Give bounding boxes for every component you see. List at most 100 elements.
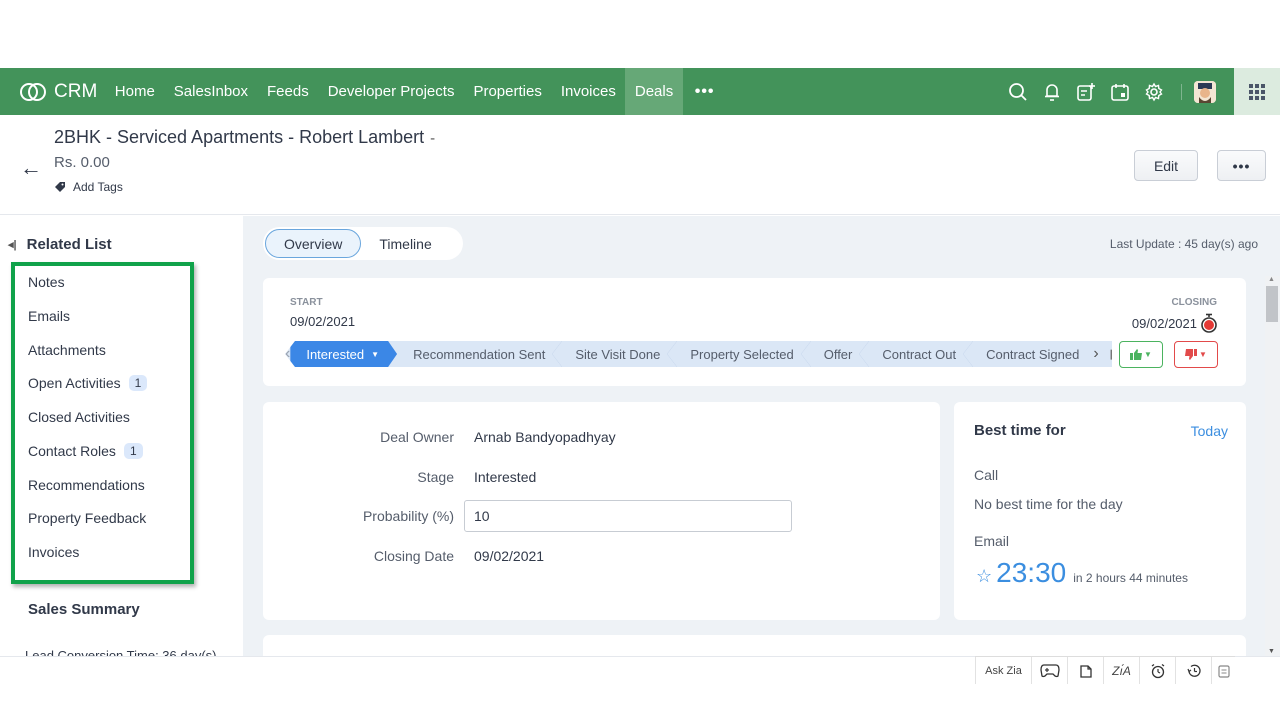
stage-progress-card: START 09/02/2021 CLOSING 09/02/2021 ‹ In…	[263, 278, 1246, 386]
tag-icon	[55, 182, 65, 192]
search-icon[interactable]	[1001, 68, 1035, 115]
related-item-contact-roles[interactable]: Contact Roles 1	[28, 443, 143, 459]
related-item-label: Notes	[28, 274, 65, 290]
scroll-down-arrow-icon[interactable]: ▼	[1268, 648, 1275, 655]
best-time-title: Best time for	[974, 422, 1066, 439]
related-item-attachments[interactable]: Attachments	[28, 342, 106, 358]
related-list-sidebar: ◂| Related List Notes Emails Attachments…	[0, 216, 243, 656]
related-item-notes[interactable]: Notes	[28, 274, 65, 290]
sales-summary-heading: Sales Summary	[28, 601, 140, 618]
stage-prev-arrow-icon[interactable]: ‹	[285, 345, 290, 363]
add-tags-label: Add Tags	[73, 180, 123, 194]
next-section-card	[263, 635, 1246, 656]
gear-icon[interactable]	[1137, 68, 1171, 115]
nav-salesinbox[interactable]: SalesInbox	[164, 68, 257, 115]
brand-name: CRM	[54, 80, 98, 102]
stage-interested[interactable]: Interested ▼	[290, 341, 397, 367]
deal-fields-card: Deal Owner Arnab Bandyopadhyay Stage Int…	[263, 402, 940, 620]
stopwatch-icon	[1201, 313, 1217, 333]
deal-owner-value[interactable]: Arnab Bandyopadhyay	[474, 429, 616, 445]
notes-icon[interactable]	[1067, 657, 1103, 684]
apps-grid-icon[interactable]	[1234, 68, 1280, 115]
collapse-sidebar-icon[interactable]: ◂|	[8, 238, 17, 251]
top-blank-area	[0, 0, 1280, 68]
history-icon[interactable]	[1175, 657, 1211, 684]
related-item-closed-activities[interactable]: Closed Activities	[28, 409, 130, 425]
count-badge: 1	[123, 443, 143, 459]
closing-date-value[interactable]: 09/02/2021	[474, 548, 544, 564]
start-label: START	[290, 297, 323, 308]
nav-feeds[interactable]: Feeds	[258, 68, 319, 115]
count-badge: 1	[128, 375, 148, 391]
vertical-scrollbar[interactable]	[1265, 276, 1280, 656]
bottom-toolbar: Ask Zia Zı́A	[975, 656, 1235, 684]
calendar-icon[interactable]	[1103, 68, 1137, 115]
best-time-period-dropdown[interactable]: Today	[1191, 423, 1228, 439]
related-item-label: Emails	[28, 308, 71, 324]
email-label: Email	[974, 533, 1010, 549]
clipboard-icon[interactable]	[1211, 657, 1235, 684]
closing-date: 09/02/2021	[1131, 315, 1197, 331]
stage-offer[interactable]: Offer	[808, 341, 870, 367]
stage-value[interactable]: Interested	[474, 469, 536, 485]
start-date: 09/02/2021	[290, 314, 356, 329]
nav-properties[interactable]: Properties	[464, 68, 551, 115]
closing-label: CLOSING	[1171, 297, 1217, 308]
related-item-label: Contact Roles	[28, 443, 116, 459]
zia-icon[interactable]: Zı́A	[1103, 657, 1139, 684]
scrollbar-thumb[interactable]	[1266, 286, 1278, 322]
call-label: Call	[974, 467, 999, 483]
nav-deals[interactable]: Deals	[625, 68, 683, 115]
related-item-open-activities[interactable]: Open Activities 1	[28, 375, 148, 391]
record-title-suffix: -	[430, 130, 436, 147]
nav-more-button[interactable]: •••	[683, 83, 727, 101]
mark-won-button[interactable]: ▼	[1119, 341, 1163, 368]
stage-site-visit-done[interactable]: Site Visit Done	[559, 341, 678, 367]
back-arrow-icon[interactable]: ←	[20, 155, 42, 181]
caret-down-icon: ▼	[1199, 350, 1207, 359]
star-icon: ☆	[976, 566, 993, 586]
last-update-text: Last Update : 45 day(s) ago	[1109, 237, 1258, 251]
related-item-label: Invoices	[28, 544, 80, 560]
stage-contract-out[interactable]: Contract Out	[866, 341, 973, 367]
related-item-label: Open Activities	[28, 375, 121, 391]
related-item-invoices[interactable]: Invoices	[28, 544, 79, 560]
nav-developer-projects[interactable]: Developer Projects	[318, 68, 464, 115]
crm-logo[interactable]: CRM	[18, 81, 97, 103]
stage-label: Interested	[306, 346, 365, 362]
email-time-relative: in 2 hours 44 minutes	[1073, 571, 1188, 585]
stage-property-selected[interactable]: Property Selected	[674, 341, 812, 367]
call-best-time: No best time for the day	[974, 496, 1123, 512]
edit-button[interactable]: Edit	[1134, 150, 1198, 181]
ask-zia-button[interactable]: Ask Zia	[975, 657, 1031, 684]
caret-down-icon: ▼	[371, 349, 380, 359]
user-avatar[interactable]	[1194, 80, 1216, 103]
record-header: ← 2BHK - Serviced Apartments - Robert La…	[0, 115, 1280, 215]
stage-label: Stage	[417, 469, 454, 485]
scroll-up-arrow-icon[interactable]: ▲	[1268, 276, 1275, 283]
email-time: 23:30	[996, 557, 1067, 588]
stage-contract-signed[interactable]: Contract Signed	[970, 341, 1097, 367]
add-tags-link[interactable]: Add Tags	[54, 180, 123, 194]
stage-recommendation-sent[interactable]: Recommendation Sent	[397, 341, 563, 367]
gamepad-icon[interactable]	[1031, 657, 1067, 684]
nav-home[interactable]: Home	[105, 68, 164, 115]
top-navbar: CRM Home SalesInbox Feeds Developer Proj…	[0, 68, 1280, 115]
closing-date-label: Closing Date	[373, 548, 454, 564]
email-best-time: ☆ 23:30 in 2 hours 44 minutes	[976, 557, 1188, 589]
main-content: Overview Timeline Last Update : 45 day(s…	[243, 216, 1280, 656]
alarm-clock-icon[interactable]	[1139, 657, 1175, 684]
tab-timeline[interactable]: Timeline	[361, 229, 449, 258]
thumbs-down-icon	[1185, 349, 1198, 360]
more-actions-button[interactable]: •••	[1217, 150, 1266, 181]
closing-date-row: 09/02/2021	[1132, 313, 1218, 333]
tab-overview[interactable]: Overview	[265, 229, 362, 258]
related-item-emails[interactable]: Emails	[28, 308, 70, 324]
related-item-recommendations[interactable]: Recommendations	[28, 477, 145, 493]
bell-icon[interactable]	[1035, 68, 1069, 115]
nav-invoices[interactable]: Invoices	[551, 68, 625, 115]
related-item-property-feedback[interactable]: Property Feedback	[28, 510, 146, 526]
add-note-icon[interactable]	[1069, 68, 1103, 115]
mark-lost-button[interactable]: ▼	[1174, 341, 1218, 368]
probability-input[interactable]	[464, 500, 792, 532]
